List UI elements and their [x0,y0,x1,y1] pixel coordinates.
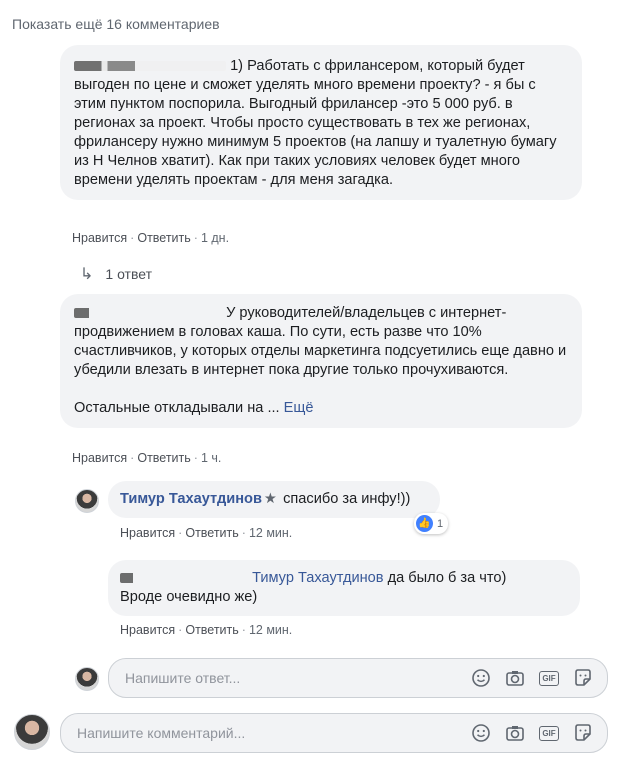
comment-text: 1) Работать с фрилансером, который будет… [74,58,557,188]
view-replies-link[interactable]: ↳ 1 ответ [80,264,152,284]
reply-bubble: Тимур Тахаутдинов ★ спасибо за инфу!)) [108,481,440,518]
reply-actions: Нравится · Ответить · 12 мин. [120,623,293,637]
emoji-icon[interactable] [471,723,491,743]
timestamp: 12 мин. [248,623,293,637]
sticker-icon[interactable] [573,723,593,743]
comment-text: У руководителей/владельцев с интернет-пр… [74,305,567,378]
comment-text-continued: Остальные откладывали на ... Ещё [74,400,314,416]
like-link[interactable]: Нравится [120,526,175,540]
comment-bubble: У руководителей/владельцев с интернет-пр… [60,294,582,428]
star-icon: ★ [263,491,278,507]
reply-text: спасибо за инфу!)) [283,491,411,507]
reply-bubble: Тимур Тахаутдинов да было б за что) Врод… [108,560,580,616]
timestamp: 1 ч. [200,451,222,465]
like-link[interactable]: Нравится [120,623,175,637]
camera-icon[interactable] [505,723,525,743]
comment-actions: Нравится · Ответить · 1 дн. [72,231,230,245]
load-more-comments-link[interactable]: Показать ещё 16 комментариев [12,16,220,32]
timestamp: 12 мин. [248,526,293,540]
like-link[interactable]: Нравится [72,451,127,465]
mention-link[interactable]: Тимур Тахаутдинов [252,570,383,586]
emoji-icon[interactable] [471,668,491,688]
gif-icon[interactable]: GIF [539,668,559,688]
reply-actions: Нравится · Ответить · 12 мин. [120,526,293,540]
timestamp: 1 дн. [200,231,230,245]
camera-icon[interactable] [505,668,525,688]
gif-icon[interactable]: GIF [539,723,559,743]
author-name[interactable]: Тимур Тахаутдинов [120,491,262,507]
redacted-author-name [74,308,222,319]
comment-bubble: 1) Работать с фрилансером, который будет… [60,45,582,200]
comment-input[interactable]: Напишите комментарий... GIF [60,713,608,753]
sticker-icon[interactable] [573,668,593,688]
current-user-avatar [14,714,50,750]
like-link[interactable]: Нравится [72,231,127,245]
reply-link[interactable]: Ответить [137,451,190,465]
reply-link[interactable]: Ответить [185,623,238,637]
current-user-avatar [75,667,99,691]
reply-link[interactable]: Ответить [185,526,238,540]
comment-actions: Нравится · Ответить · 1 ч. [72,451,222,465]
see-more-link[interactable]: Ещё [284,400,314,416]
reply-link[interactable]: Ответить [137,231,190,245]
avatar[interactable] [75,489,99,513]
redacted-author-name [120,573,248,584]
reaction-count[interactable]: 👍 1 [414,513,449,534]
like-reaction-icon: 👍 [416,515,433,532]
redacted-author-name [74,61,226,72]
reply-input[interactable]: Напишите ответ... GIF [108,658,608,698]
reply-arrow-icon: ↳ [80,266,94,283]
